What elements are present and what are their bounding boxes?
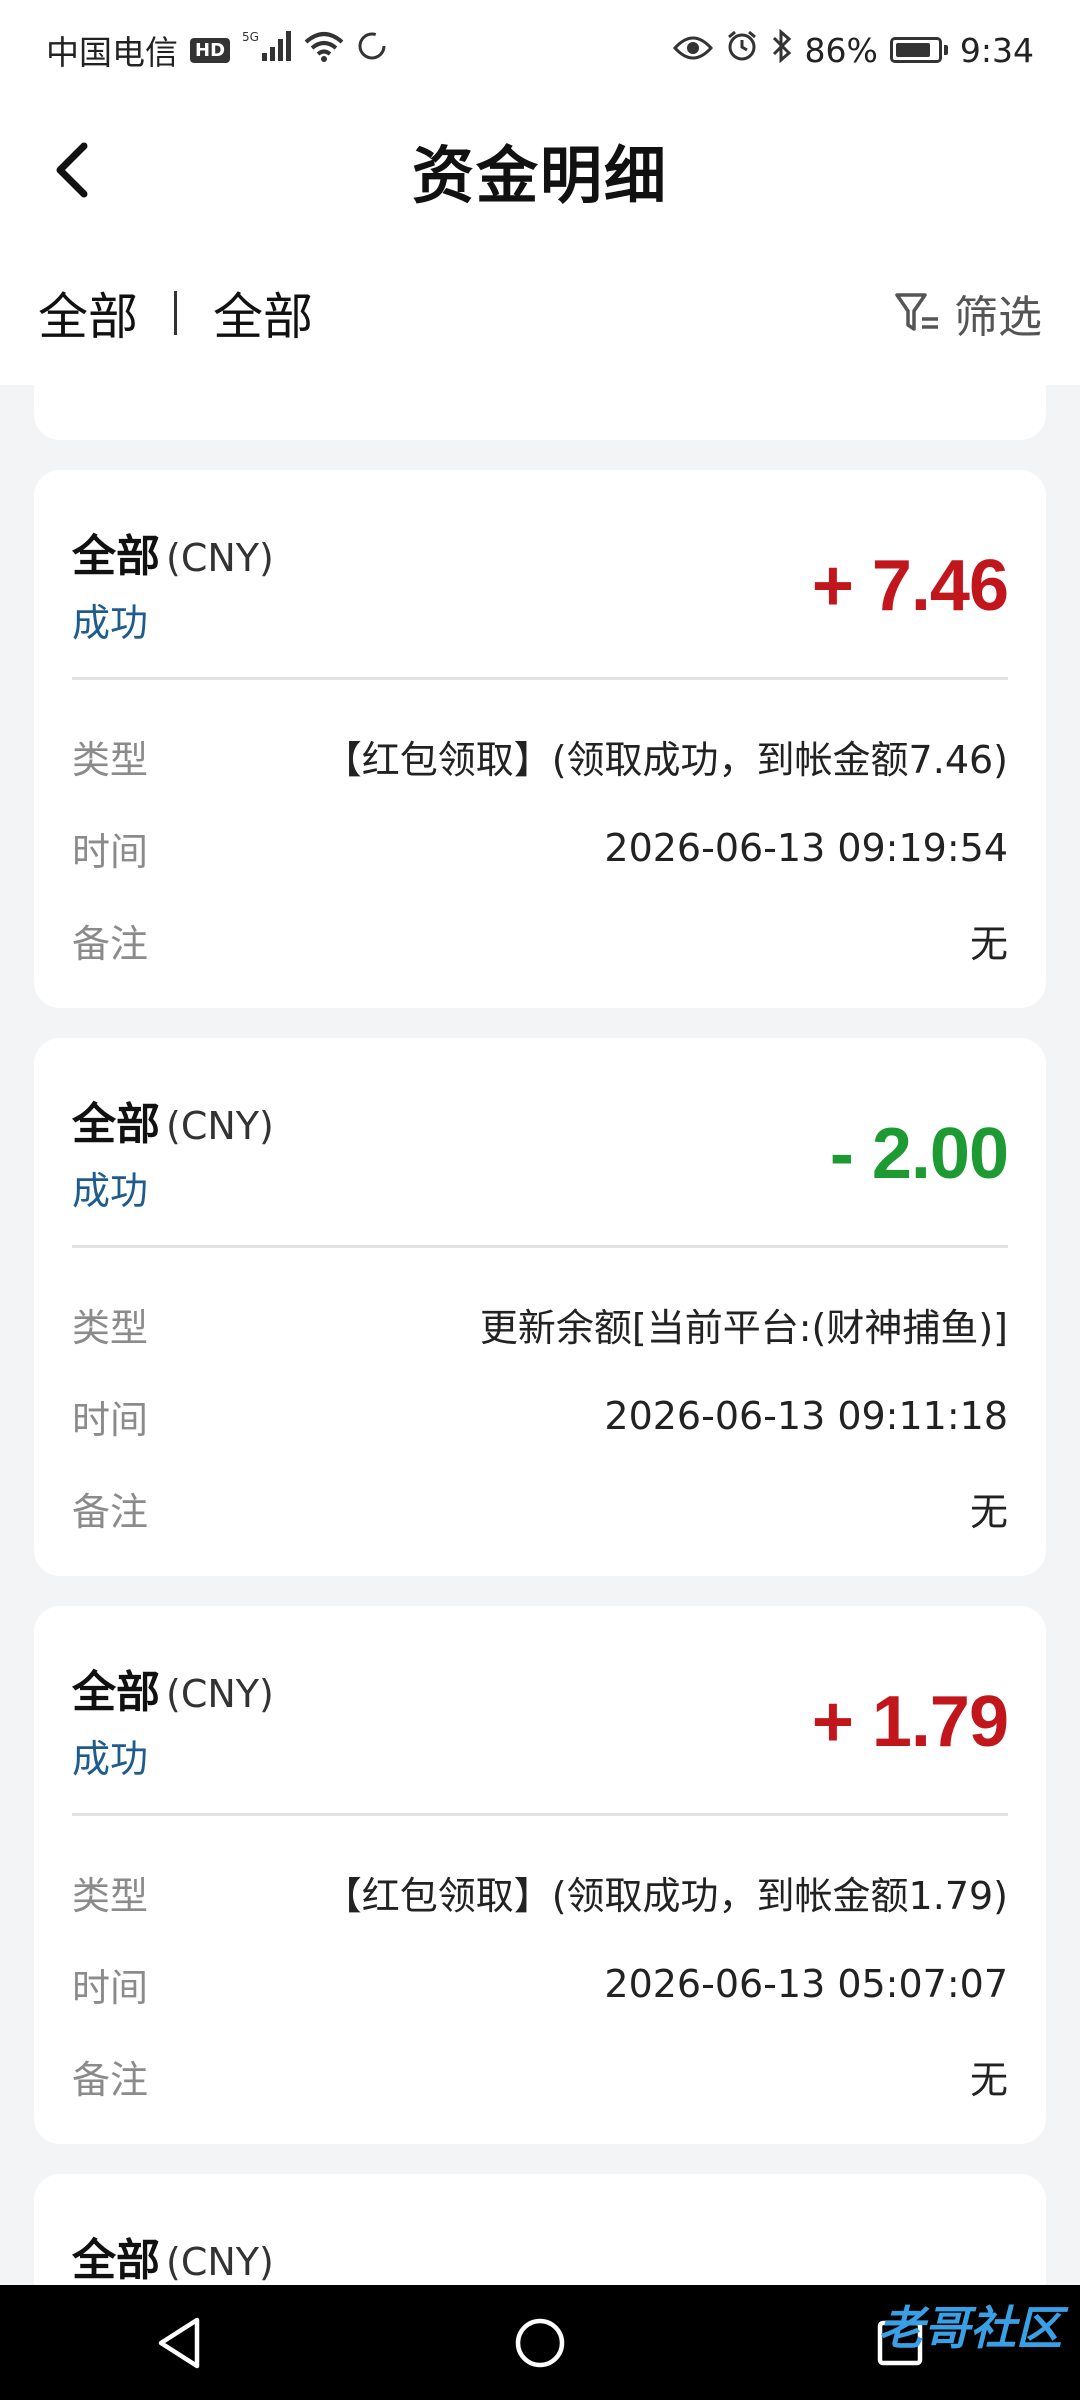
clock-time: 9:34 <box>959 30 1034 70</box>
battery-percent: 86% <box>804 30 878 70</box>
type-value: 【红包领取】(领取成功，到帐金额1.79) <box>323 1873 1008 1918</box>
record-currency: 全部 (CNY) <box>72 2235 274 2285</box>
time-value: 2026-06-13 09:19:54 <box>604 826 1008 870</box>
note-label: 备注 <box>72 921 149 966</box>
record-card[interactable]: 全部 (CNY) 成功 + 7.46 类型 【红包领取】(领取成功，到帐金额7.46… <box>34 470 1046 1008</box>
nav-back-button[interactable] <box>135 2298 225 2388</box>
back-button[interactable] <box>32 130 112 210</box>
status-bar-left: 中国电信 HD 5G <box>46 26 388 74</box>
note-label: 备注 <box>72 1489 149 1534</box>
eye-icon <box>672 31 713 70</box>
type-value: 更新余额[当前平台:(财神捕鱼)] <box>479 1305 1008 1350</box>
record-card-partial[interactable]: 备注 无 <box>34 385 1046 440</box>
record-amount: + 1.79 <box>811 1682 1009 1762</box>
type-value: 【红包领取】(领取成功，到帐金额7.46) <box>323 737 1008 782</box>
record-unit: (CNY) <box>166 2240 274 2284</box>
app-header: 资金明细 <box>0 100 1080 240</box>
record-card[interactable]: 全部 (CNY) 成功 - 2.00 类型 更新余额[当前平台:(财神捕鱼)] 时间… <box>34 1038 1046 1576</box>
status-bar-right: 86% 9:34 <box>672 28 1034 71</box>
status-bar: 中国电信 HD 5G 86% 9:34 <box>0 0 1080 100</box>
type-label: 类型 <box>72 1305 149 1350</box>
triangle-back-icon <box>158 2317 200 2368</box>
time-label: 时间 <box>72 1965 149 2010</box>
time-value: 2026-06-13 09:11:18 <box>604 1394 1008 1438</box>
record-unit: (CNY) <box>166 536 274 580</box>
filter-divider <box>174 290 177 335</box>
time-label: 时间 <box>72 829 149 874</box>
record-card[interactable]: 全部 (CNY) 成功 + 1.79 类型 【红包领取】(领取成功，到帐金额1.79… <box>34 1606 1046 2144</box>
record-amount: + 7.46 <box>811 546 1009 626</box>
record-amount: - 2.00 <box>829 1114 1009 1194</box>
watermark-logo: 老哥社区 <box>878 2301 1062 2355</box>
page-title: 资金明细 <box>411 139 668 212</box>
note-label: 备注 <box>72 2057 149 2102</box>
hd-badge: HD <box>190 37 231 63</box>
card-divider <box>72 1813 1008 1816</box>
circle-home-icon <box>515 2318 565 2367</box>
filter-category-tab[interactable]: 全部 <box>38 277 138 349</box>
record-unit: (CNY) <box>166 1672 274 1716</box>
filter-icon <box>895 292 938 331</box>
filter-status-tab[interactable]: 全部 <box>213 277 313 349</box>
note-value: 无 <box>969 921 1008 966</box>
alarm-icon <box>725 29 759 71</box>
battery-icon <box>889 37 948 63</box>
type-label: 类型 <box>72 1873 149 1918</box>
card-divider <box>72 1245 1008 1248</box>
wifi-icon <box>304 30 344 70</box>
svg-text:5G: 5G <box>242 30 259 44</box>
time-label: 时间 <box>72 1397 149 1442</box>
chevron-left-icon <box>56 142 88 198</box>
carrier-name: 中国电信 <box>46 33 178 72</box>
filter-label: 筛选 <box>954 291 1042 343</box>
card-divider <box>72 677 1008 680</box>
signal-icon: 5G <box>242 29 292 71</box>
type-label: 类型 <box>72 737 149 782</box>
time-value: 2026-06-13 05:07:07 <box>604 1962 1008 2006</box>
sync-icon <box>356 30 388 70</box>
filter-bar: 全部 全部 筛选 <box>0 240 1080 385</box>
note-value: 无 <box>969 2057 1008 2102</box>
record-list[interactable]: 备注 无 全部(CNY) 成功 + 7.46 类型【红包领取】(领取成功，到帐金… <box>0 385 1080 2285</box>
nav-home-button[interactable] <box>495 2298 585 2388</box>
bluetooth-icon <box>771 28 793 71</box>
filter-button[interactable]: 筛选 <box>894 281 1042 345</box>
record-unit: (CNY) <box>166 1104 274 1148</box>
record-card-partial[interactable]: 全部 (CNY) <box>34 2174 1046 2285</box>
note-value: 无 <box>969 1489 1008 1534</box>
